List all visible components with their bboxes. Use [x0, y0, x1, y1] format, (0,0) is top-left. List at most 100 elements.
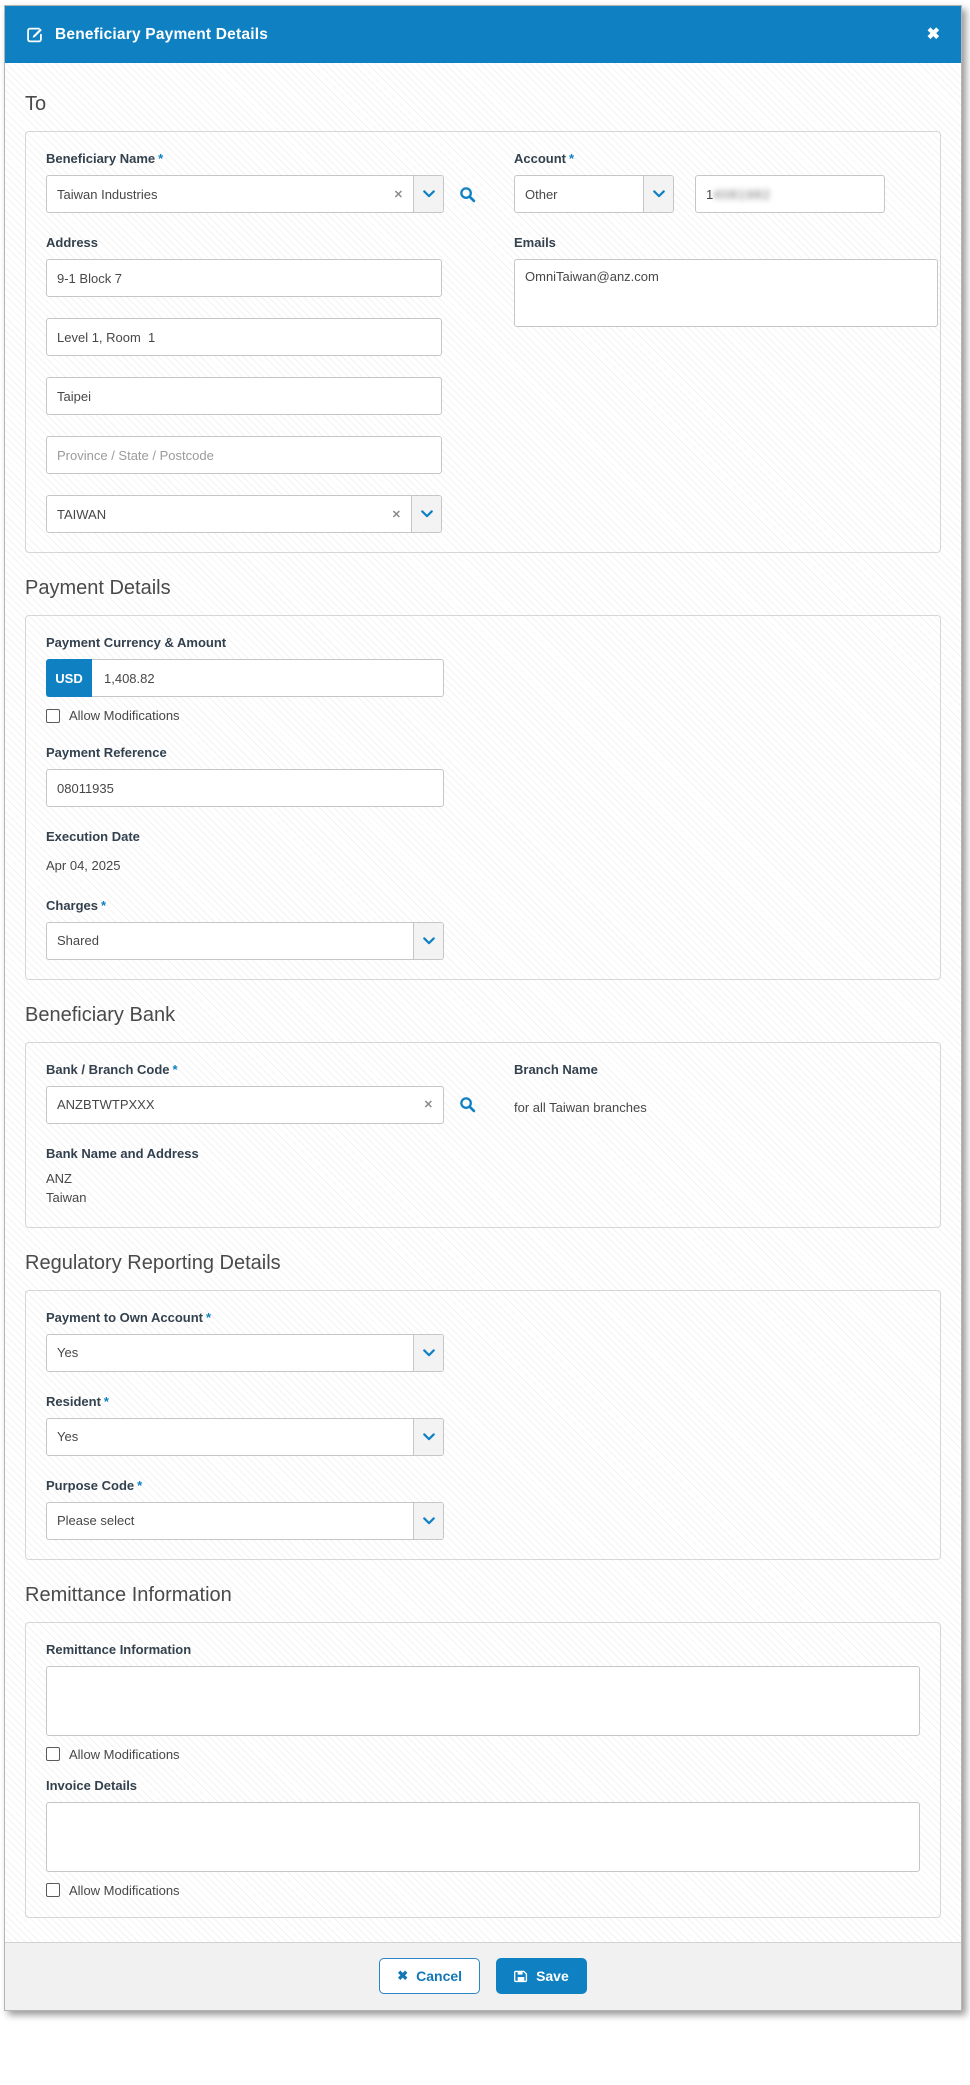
- payment-reference-label: Payment Reference: [46, 745, 167, 760]
- allow-modifications-remittance-row[interactable]: Allow Modifications: [46, 1747, 920, 1762]
- modal-header: Beneficiary Payment Details ✖: [5, 6, 961, 63]
- modal-title: Beneficiary Payment Details: [55, 25, 269, 43]
- required-asterisk: *: [103, 1393, 109, 1409]
- required-asterisk: *: [569, 151, 575, 166]
- amount-input[interactable]: [92, 659, 444, 697]
- modal-footer: ✖ Cancel Save: [5, 1941, 961, 2010]
- cancel-button[interactable]: ✖ Cancel: [379, 1958, 481, 1995]
- allow-modifications-remittance-checkbox[interactable]: [46, 1747, 60, 1762]
- country-select[interactable]: ✕: [46, 495, 442, 533]
- clear-x-icon[interactable]: ✕: [414, 1098, 443, 1111]
- chevron-down-icon: [413, 1334, 443, 1371]
- resident-select[interactable]: Yes: [46, 1417, 444, 1456]
- account-number-input[interactable]: 1 4081982: [695, 175, 885, 213]
- chevron-down-icon: [413, 922, 443, 959]
- modal-body: To Beneficiary Name* ✕: [5, 63, 961, 1942]
- resident-label: Resident *: [46, 1393, 109, 1409]
- beneficiary-name-input[interactable]: [47, 176, 384, 212]
- address-line4-input[interactable]: [46, 436, 442, 474]
- close-icon[interactable]: ✖: [927, 26, 940, 43]
- to-section-heading: To: [25, 93, 47, 115]
- save-floppy-icon: [514, 1969, 528, 1983]
- required-asterisk: *: [172, 1061, 178, 1077]
- payment-details-panel: Payment Currency & Amount USD Allow Modi…: [25, 615, 941, 980]
- account-label: Account *: [514, 151, 575, 166]
- beneficiary-name-label: Beneficiary Name *: [46, 151, 164, 166]
- payment-to-own-account-select[interactable]: Yes: [46, 1333, 444, 1372]
- payment-details-heading: Payment Details: [25, 577, 171, 599]
- remittance-panel: Remittance Information Allow Modificatio…: [25, 1621, 941, 1918]
- cancel-label: Cancel: [416, 1968, 463, 1985]
- search-icon[interactable]: [459, 1096, 476, 1113]
- country-input[interactable]: [47, 496, 382, 532]
- chevron-down-icon: [643, 176, 673, 212]
- invoice-details-label: Invoice Details: [46, 1777, 138, 1793]
- allow-modifications-invoice-row[interactable]: Allow Modifications: [46, 1883, 920, 1898]
- resident-value: Yes: [57, 1429, 79, 1445]
- chevron-down-icon[interactable]: [413, 176, 443, 212]
- chevron-down-icon[interactable]: [411, 496, 441, 532]
- allow-modifications-invoice-checkbox[interactable]: [46, 1883, 60, 1898]
- save-label: Save: [536, 1968, 569, 1985]
- payment-currency-amount-label: Payment Currency & Amount: [46, 635, 227, 650]
- execution-date-label: Execution Date: [46, 829, 140, 844]
- address-line2-input[interactable]: [46, 318, 442, 356]
- purpose-code-value: Please select: [57, 1513, 135, 1529]
- account-number-prefix: 1: [706, 186, 714, 202]
- save-button[interactable]: Save: [496, 1958, 587, 1995]
- address-line1-input[interactable]: [46, 259, 442, 297]
- to-panel: Beneficiary Name* ✕: [25, 131, 941, 553]
- account-type-value: Other: [525, 186, 558, 202]
- bank-branch-code-combobox[interactable]: ✕: [46, 1085, 444, 1124]
- required-asterisk: *: [158, 151, 164, 166]
- address-line3-input[interactable]: [46, 377, 442, 415]
- beneficiary-bank-panel: Bank / Branch Code* ✕ Bank Name and Addr…: [25, 1041, 941, 1228]
- chevron-down-icon: [413, 1502, 443, 1539]
- execution-date-value: Apr 04, 2025: [46, 858, 121, 873]
- charges-value: Shared: [57, 933, 99, 949]
- account-type-select[interactable]: Other: [514, 175, 674, 213]
- emails-textarea[interactable]: OmniTaiwan@anz.com: [514, 259, 938, 327]
- purpose-code-select[interactable]: Please select: [46, 1501, 444, 1540]
- beneficiary-bank-heading: Beneficiary Bank: [25, 1003, 176, 1026]
- bank-branch-code-input[interactable]: [47, 1086, 414, 1123]
- allow-modifications-amount-checkbox[interactable]: [46, 708, 60, 723]
- charges-label: Charges *: [46, 897, 107, 913]
- clear-x-icon[interactable]: ✕: [382, 508, 411, 521]
- emails-label: Emails: [514, 235, 556, 250]
- payment-reference-input[interactable]: [46, 769, 444, 807]
- beneficiary-name-combobox[interactable]: ✕: [46, 175, 444, 213]
- clear-x-icon[interactable]: ✕: [384, 188, 413, 201]
- edit-icon: [26, 26, 44, 44]
- charges-select[interactable]: Shared: [46, 921, 444, 960]
- cancel-x-icon: ✖: [397, 1968, 409, 1984]
- regulatory-panel: Payment to Own Account * Yes Resident * Ye…: [25, 1289, 941, 1560]
- bank-name-line: ANZ: [46, 1170, 72, 1186]
- bank-country-line: Taiwan: [46, 1189, 87, 1205]
- allow-modifications-label: Allow Modifications: [69, 1882, 180, 1898]
- required-asterisk: *: [205, 1309, 212, 1325]
- currency-badge: USD: [46, 659, 92, 697]
- purpose-code-label: Purpose Code *: [46, 1477, 143, 1493]
- remittance-heading: Remittance Information: [25, 1583, 232, 1606]
- remittance-information-textarea[interactable]: [46, 1665, 920, 1736]
- payment-to-own-account-label: Payment to Own Account *: [46, 1309, 212, 1325]
- remittance-information-label: Remittance Information: [46, 1641, 192, 1657]
- payment-to-own-account-value: Yes: [57, 1345, 79, 1361]
- branch-name-label: Branch Name: [514, 1061, 598, 1077]
- bank-branch-code-label: Bank / Branch Code *: [46, 1061, 178, 1077]
- chevron-down-icon: [413, 1418, 443, 1455]
- beneficiary-payment-details-modal: Beneficiary Payment Details ✖ To Benefic…: [4, 5, 962, 2011]
- account-number-blurred: 4081982: [713, 186, 771, 202]
- allow-modifications-amount-row[interactable]: Allow Modifications: [46, 708, 920, 723]
- invoice-details-textarea[interactable]: [46, 1801, 920, 1872]
- required-asterisk: *: [101, 897, 107, 913]
- allow-modifications-label: Allow Modifications: [69, 708, 180, 723]
- allow-modifications-label: Allow Modifications: [69, 1746, 180, 1762]
- regulatory-heading: Regulatory Reporting Details: [25, 1251, 281, 1274]
- address-label: Address: [46, 235, 99, 250]
- required-asterisk: *: [137, 1477, 143, 1493]
- search-icon[interactable]: [459, 186, 476, 203]
- branch-name-value: for all Taiwan branches: [514, 1099, 647, 1115]
- bank-name-address-label: Bank Name and Address: [46, 1145, 199, 1161]
